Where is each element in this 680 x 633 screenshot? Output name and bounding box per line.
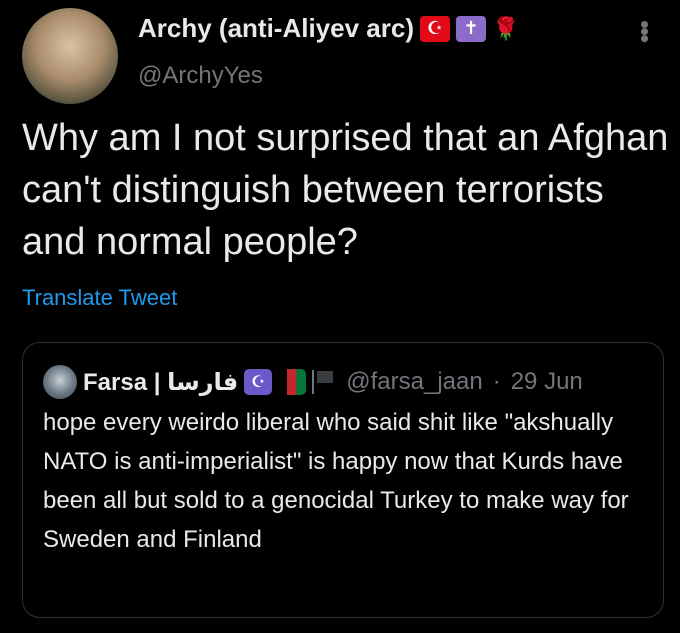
quoted-date[interactable]: 29 Jun [511, 368, 583, 396]
separator-dot: · [492, 368, 501, 395]
quoted-author-name[interactable]: Farsa | فارسا [83, 368, 238, 397]
more-options-icon[interactable]: ••• [630, 20, 660, 41]
turkey-flag-icon: ☪ [419, 15, 450, 42]
rose-icon: 🌹 [491, 15, 520, 41]
star-crescent-icon: ☪ [244, 369, 273, 395]
quoted-header: Farsa | فارسا ☪ @farsa_jaan · 29 Jun [43, 365, 583, 399]
quoted-text: hope every weirdo liberal who said shit … [43, 409, 629, 553]
quoted-author-handle[interactable]: @farsa_jaan [346, 368, 482, 396]
tweet-text: Why am I not surprised that an Afghan ca… [22, 117, 669, 263]
avatar[interactable] [22, 8, 118, 104]
author-name-text: Archy (anti-Aliyev arc) [138, 13, 414, 43]
quoted-tweet[interactable]: Farsa | فارسا ☪ @farsa_jaan · 29 Jun hop… [22, 342, 664, 618]
cross-icon: ✝ [455, 15, 486, 42]
translate-link[interactable]: Translate Tweet [22, 285, 177, 311]
author-name[interactable]: Archy (anti-Aliyev arc) ☪ ✝ 🌹 [138, 13, 519, 44]
black-flag-icon [312, 370, 336, 394]
author-handle[interactable]: @ArchyYes [138, 62, 263, 90]
quoted-avatar[interactable] [43, 365, 77, 399]
afghanistan-flag-icon [278, 369, 307, 395]
